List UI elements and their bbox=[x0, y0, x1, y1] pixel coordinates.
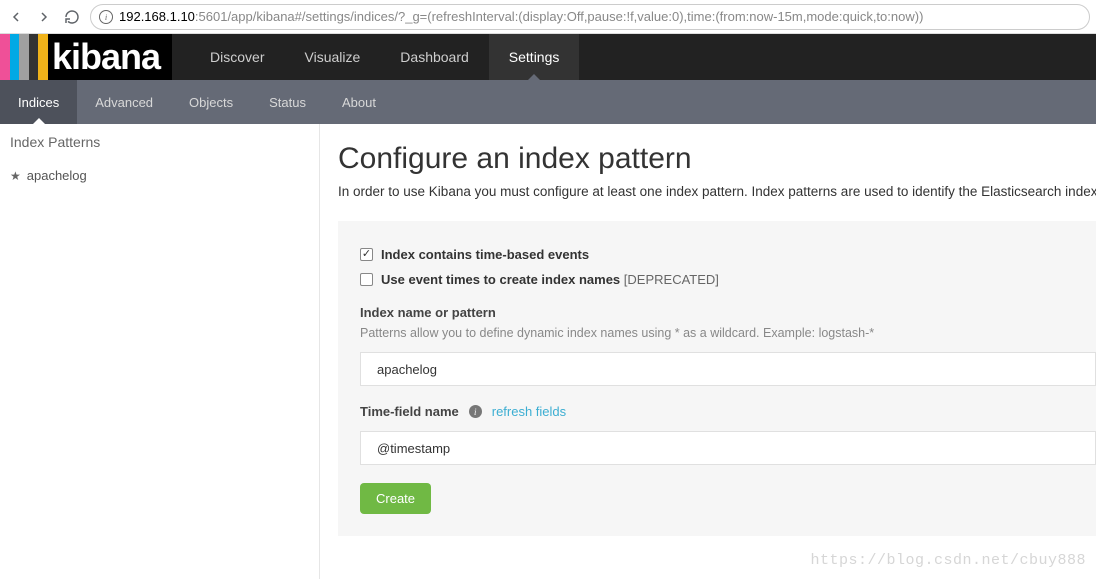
refresh-fields-link[interactable]: refresh fields bbox=[492, 404, 566, 419]
page-title: Configure an index pattern bbox=[338, 142, 1096, 176]
sidebar-header: Index Patterns bbox=[0, 124, 319, 160]
logo-stripes bbox=[0, 34, 48, 80]
subnav-item-about[interactable]: About bbox=[324, 80, 394, 124]
topnav-item-visualize[interactable]: Visualize bbox=[285, 34, 381, 80]
subnav-item-indices[interactable]: Indices bbox=[0, 80, 77, 124]
create-button[interactable]: Create bbox=[360, 483, 431, 514]
index-name-label: Index name or pattern bbox=[360, 305, 1096, 320]
index-name-input[interactable] bbox=[360, 352, 1096, 386]
checkbox-event-times-label[interactable]: Use event times to create index names [D… bbox=[381, 272, 719, 287]
url-text: 192.168.1.10:5601/app/kibana#/settings/i… bbox=[119, 9, 923, 24]
url-bar[interactable]: i 192.168.1.10:5601/app/kibana#/settings… bbox=[90, 4, 1090, 30]
time-field-input[interactable] bbox=[360, 431, 1096, 465]
checkbox-time-based-label[interactable]: Index contains time-based events bbox=[381, 247, 589, 262]
time-field-label: Time-field name bbox=[360, 404, 459, 419]
subnav-item-objects[interactable]: Objects bbox=[171, 80, 251, 124]
checkbox-event-times[interactable] bbox=[360, 273, 373, 286]
sidebar-item-label: apachelog bbox=[27, 168, 87, 183]
topnav-item-settings[interactable]: Settings bbox=[489, 34, 580, 80]
sidebar-item-apachelog[interactable]: ★ apachelog bbox=[0, 160, 319, 191]
form-panel: Index contains time-based events Use eve… bbox=[338, 221, 1096, 536]
page-description: In order to use Kibana you must configur… bbox=[338, 184, 1096, 199]
sidebar: Index Patterns ★ apachelog bbox=[0, 124, 320, 579]
site-info-icon[interactable]: i bbox=[99, 10, 113, 24]
back-button[interactable] bbox=[6, 7, 26, 27]
topnav: kibana Discover Visualize Dashboard Sett… bbox=[0, 34, 1096, 80]
logo-text[interactable]: kibana bbox=[48, 34, 172, 80]
index-name-hint: Patterns allow you to define dynamic ind… bbox=[360, 326, 1096, 340]
info-icon[interactable]: i bbox=[469, 405, 482, 418]
topnav-item-dashboard[interactable]: Dashboard bbox=[380, 34, 489, 80]
subnav-item-advanced[interactable]: Advanced bbox=[77, 80, 171, 124]
watermark: https://blog.csdn.net/cbuy888 bbox=[810, 552, 1086, 569]
subnav-item-status[interactable]: Status bbox=[251, 80, 324, 124]
forward-button[interactable] bbox=[34, 7, 54, 27]
reload-button[interactable] bbox=[62, 7, 82, 27]
browser-bar: i 192.168.1.10:5601/app/kibana#/settings… bbox=[0, 0, 1096, 34]
star-icon: ★ bbox=[10, 169, 21, 183]
checkbox-time-based[interactable] bbox=[360, 248, 373, 261]
subnav: Indices Advanced Objects Status About bbox=[0, 80, 1096, 124]
topnav-item-discover[interactable]: Discover bbox=[190, 34, 284, 80]
main-content: Configure an index pattern In order to u… bbox=[320, 124, 1096, 579]
